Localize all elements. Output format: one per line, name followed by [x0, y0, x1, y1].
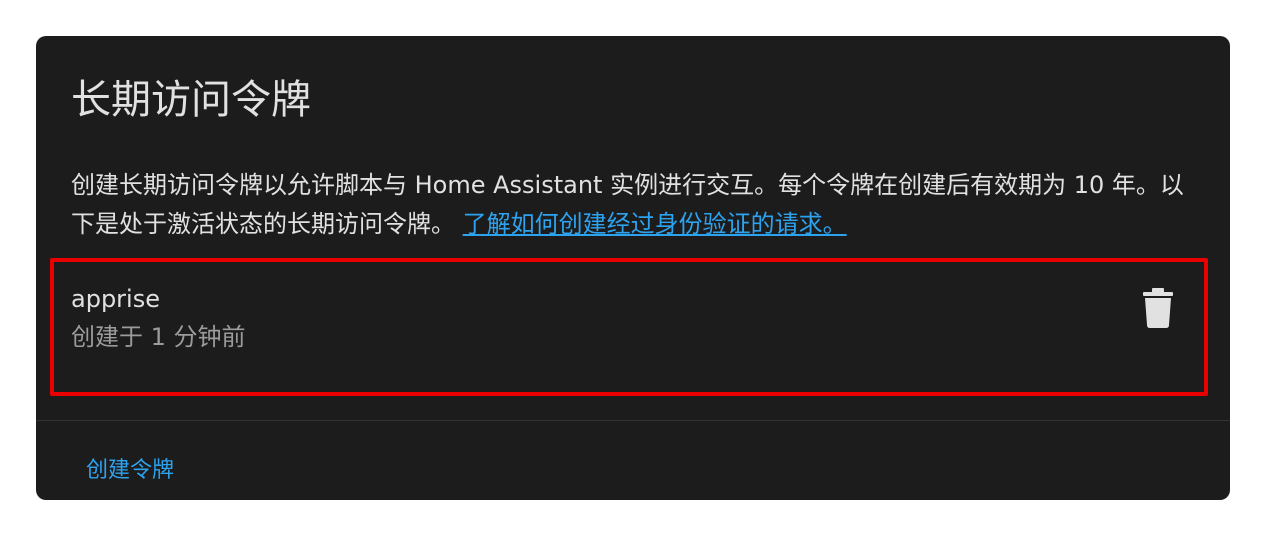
create-token-button[interactable]: 创建令牌 [72, 446, 188, 490]
card-description: 创建长期访问令牌以允许脚本与 Home Assistant 实例进行交互。每个令… [71, 166, 1201, 244]
card-title: 长期访问令牌 [71, 77, 311, 123]
token-created-time: 创建于 1 分钟前 [71, 323, 246, 351]
card-actions-divider [36, 420, 1230, 421]
trash-can-icon [1143, 288, 1173, 328]
learn-more-link[interactable]: 了解如何创建经过身份验证的请求。 [463, 210, 847, 238]
token-name: apprise [71, 285, 160, 313]
delete-token-button[interactable] [1134, 284, 1182, 332]
token-list-item: apprise 创建于 1 分钟前 [50, 258, 1208, 396]
long-lived-tokens-card: 长期访问令牌 创建长期访问令牌以允许脚本与 Home Assistant 实例进… [36, 36, 1230, 500]
